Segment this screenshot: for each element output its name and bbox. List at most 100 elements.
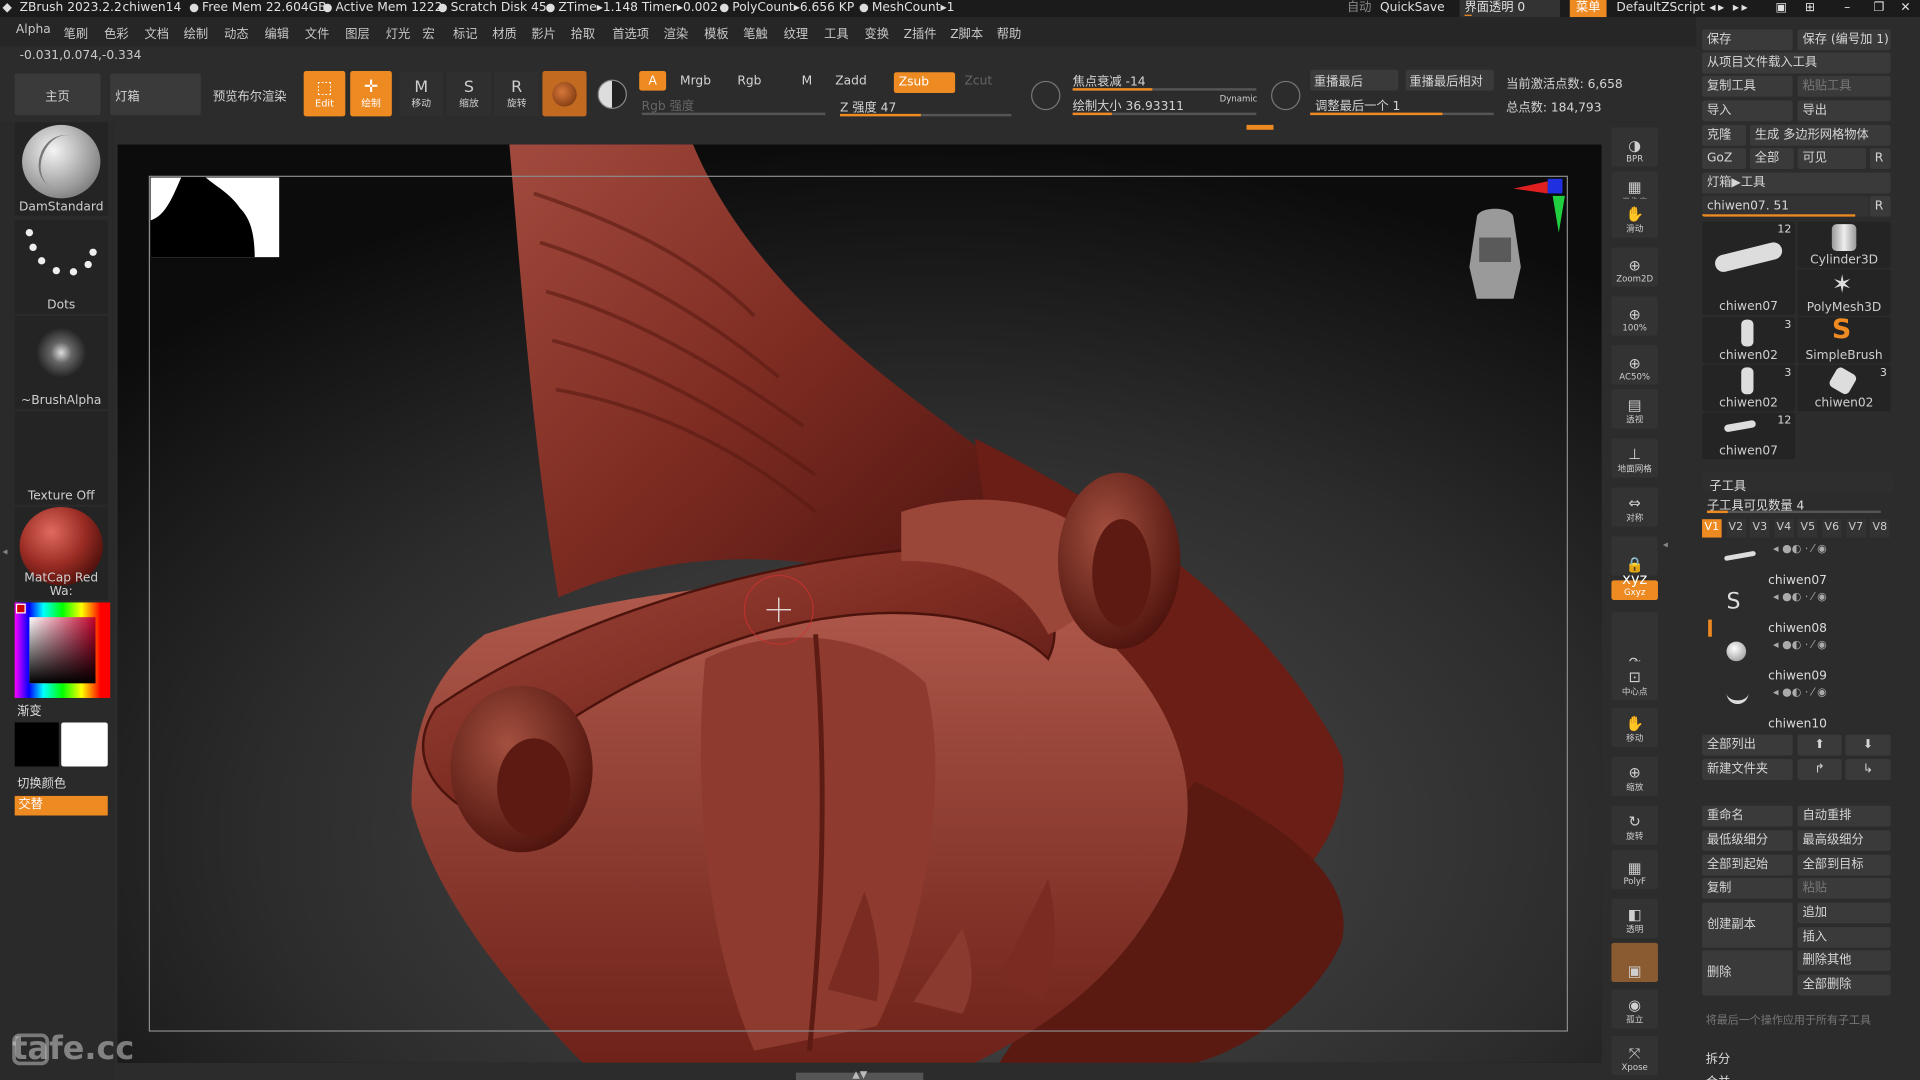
menu-item-18[interactable]: 笔触 <box>743 23 767 41</box>
menu-item-1[interactable]: 笔刷 <box>64 23 88 41</box>
menu-item-11[interactable]: 标记 <box>453 23 477 41</box>
right-tool-18[interactable]: ◧ 透明 <box>1611 898 1658 938</box>
subtool-row-chiwen09[interactable]: ◂ ●◐ · ⁄ ◉ chiwen09 <box>1702 637 1893 683</box>
bottom-arrows-icon[interactable]: ▲▼ <box>852 1069 867 1080</box>
color-picker-square[interactable] <box>29 617 96 684</box>
canvas-viewport[interactable] <box>117 144 1602 1063</box>
version-tab-v7[interactable]: V7 <box>1846 519 1866 538</box>
menu-item-21[interactable]: 变换 <box>864 23 888 41</box>
window-layout-icon[interactable]: ▣ <box>1776 0 1788 17</box>
alternate-button[interactable]: 交替 <box>14 795 108 816</box>
menu-item-13[interactable]: 影片 <box>531 23 555 41</box>
version-tab-v8[interactable]: V8 <box>1870 519 1890 538</box>
secondary-color-swatch[interactable] <box>61 722 108 767</box>
menu-item-10[interactable]: 宏 <box>422 23 434 41</box>
tool-thumb-chiwen02-b[interactable]: 3 chiwen02 <box>1702 364 1796 412</box>
right-tool-15[interactable]: ⊕ 缩放 <box>1611 756 1658 796</box>
right-tool-7[interactable]: ⊥ 地面网格 <box>1611 438 1658 478</box>
zbrush-logo-icon[interactable]: ◆ <box>2 0 14 17</box>
lazymouse-d-icon[interactable] <box>1271 80 1301 111</box>
stroke-selector[interactable]: Dots <box>14 220 108 314</box>
close-icon[interactable]: ✕ <box>1900 0 1910 17</box>
alpha-selector[interactable]: ~BrushAlpha <box>14 315 108 409</box>
scale-mode-button[interactable]: S 缩放 <box>446 71 492 117</box>
folder-arrow-icon[interactable]: ↱ <box>1797 759 1842 781</box>
lazymouse-s-icon[interactable] <box>1031 80 1061 111</box>
all-to-target-button[interactable]: 全部到目标 <box>1797 854 1891 876</box>
lightbox-tools-button[interactable]: 灯箱▶工具 <box>1702 172 1891 194</box>
main-color-swatch[interactable] <box>14 722 59 767</box>
lowest-subdiv-button[interactable]: 最低级细分 <box>1702 830 1793 852</box>
import-button[interactable]: 导入 <box>1702 100 1793 122</box>
right-tool-3[interactable]: ⊕ Zoom2D <box>1611 247 1658 287</box>
draw-mode-button[interactable]: ✛ 绘制 <box>350 71 392 117</box>
save-as-button[interactable]: 保存 (编号加 1) <box>1797 29 1891 51</box>
right-collapse-arrow[interactable]: ◂ <box>1663 539 1668 550</box>
subtool-row-chiwen10[interactable]: ◂ ●◐ · ⁄ ◉ chiwen10 <box>1702 684 1893 731</box>
version-tab-v5[interactable]: V5 <box>1798 519 1818 538</box>
navigation-cube-head[interactable] <box>1469 208 1521 299</box>
ui-transparency-slider[interactable]: 界面透明 0 <box>1459 0 1561 18</box>
load-from-project-button[interactable]: 从项目文件载入工具 <box>1702 52 1891 74</box>
menu-item-15[interactable]: 首选项 <box>612 23 649 41</box>
menu-item-23[interactable]: Z脚本 <box>950 23 983 41</box>
zadd-toggle[interactable]: Zadd <box>830 71 872 91</box>
sculpt-canvas[interactable] <box>117 144 1602 1063</box>
menu-item-24[interactable]: 帮助 <box>997 23 1021 41</box>
rgb-toggle[interactable]: Rgb <box>732 71 766 91</box>
subtool-row-chiwen08[interactable]: S ◂ ●◐ · ⁄ ◉ chiwen08 <box>1702 589 1893 636</box>
menu-item-6[interactable]: 编辑 <box>264 23 288 41</box>
right-tool-5[interactable]: ⊕ AC50% <box>1611 345 1658 385</box>
subtool-toggle-icons[interactable]: ◂ ●◐ · ⁄ ◉ <box>1773 687 1827 699</box>
menu-item-17[interactable]: 模板 <box>704 23 728 41</box>
menu-item-3[interactable]: 文档 <box>144 23 168 41</box>
layout-icons[interactable]: ◂▸ ▸▸ <box>1709 0 1750 17</box>
move-up-icon[interactable]: ⬆ <box>1797 734 1842 756</box>
delete-all-button[interactable]: 全部删除 <box>1797 974 1891 996</box>
right-tool-19[interactable]: ▣ <box>1611 942 1658 983</box>
rotate-mode-button[interactable]: R 旋转 <box>494 71 539 117</box>
subtool-row-chiwen07[interactable]: ◂ ●◐ · ⁄ ◉ chiwen07 <box>1702 541 1893 588</box>
current-tool-r-button[interactable]: R <box>1869 195 1891 217</box>
restore-icon[interactable]: ❐ <box>1873 0 1884 17</box>
tool-thumb-cylinder3d[interactable]: Cylinder3D <box>1797 221 1891 269</box>
minimize-icon[interactable]: – <box>1844 0 1850 17</box>
menu-item-19[interactable]: 纹理 <box>784 23 808 41</box>
menu-item-16[interactable]: 渲染 <box>664 23 688 41</box>
highest-subdiv-button[interactable]: 最高级细分 <box>1797 830 1891 852</box>
make-polymesh-button[interactable]: 生成 多边形网格物体 <box>1749 124 1891 146</box>
menu-item-2[interactable]: 色彩 <box>104 23 128 41</box>
tool-thumb-chiwen02-a[interactable]: 3 chiwen02 <box>1702 317 1796 364</box>
right-tool-21[interactable]: ⤧ Xpose <box>1611 1035 1658 1076</box>
goz-r-button[interactable]: R <box>1869 148 1891 169</box>
tool-thumb-chiwen02-c[interactable]: 3 chiwen02 <box>1797 364 1891 412</box>
insert-button[interactable]: 插入 <box>1797 926 1891 948</box>
right-tool-17[interactable]: ▦ PolyF <box>1611 849 1658 889</box>
version-tab-v2[interactable]: V2 <box>1726 519 1746 538</box>
menu-item-12[interactable]: 材质 <box>492 23 516 41</box>
subtool-toggle-icons[interactable]: ◂ ●◐ · ⁄ ◉ <box>1773 639 1827 651</box>
draw-size-slider[interactable] <box>1072 112 1257 116</box>
replay-last-button[interactable]: 重播最后 <box>1310 69 1399 91</box>
edit-mode-button[interactable]: ⬚ Edit <box>303 71 346 117</box>
auto-reorder-button[interactable]: 自动重排 <box>1797 805 1891 827</box>
current-tool-slider[interactable]: chiwen07. 51 <box>1702 195 1869 217</box>
right-tool-20[interactable]: ◉ 孤立 <box>1611 989 1658 1029</box>
right-tool-14[interactable]: ✋ 移动 <box>1611 707 1658 747</box>
version-tab-v4[interactable]: V4 <box>1774 519 1794 538</box>
copy-tool-button[interactable]: 复制工具 <box>1702 75 1793 97</box>
menu-item-4[interactable]: 绘制 <box>184 23 208 41</box>
focal-shift-slider[interactable] <box>1072 88 1257 91</box>
goz-button[interactable]: GoZ <box>1702 148 1747 169</box>
subtool-header[interactable]: 子工具 <box>1702 472 1894 493</box>
tool-thumb-chiwen07-b[interactable]: 12 chiwen07 <box>1702 412 1796 460</box>
version-tab-v1[interactable]: V1 <box>1702 519 1722 538</box>
subtool-toggle-icons[interactable]: ◂ ●◐ · ⁄ ◉ <box>1773 544 1827 556</box>
delete-other-button[interactable]: 删除其他 <box>1797 950 1891 972</box>
version-tab-v3[interactable]: V3 <box>1750 519 1770 538</box>
right-tool-4[interactable]: ⊕ 100% <box>1611 296 1658 336</box>
append-button[interactable]: 追加 <box>1797 902 1891 924</box>
tool-thumb-simplebrush[interactable]: S SimpleBrush <box>1797 315 1891 364</box>
export-button[interactable]: 导出 <box>1797 100 1891 122</box>
right-tool-2[interactable]: ✋ 滑动 <box>1611 198 1658 238</box>
